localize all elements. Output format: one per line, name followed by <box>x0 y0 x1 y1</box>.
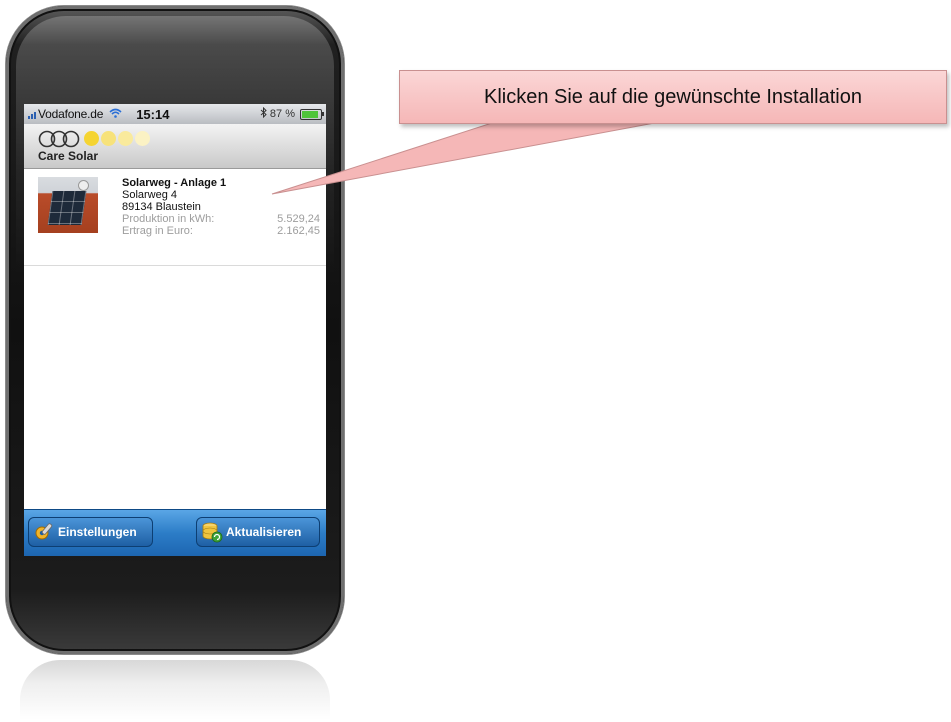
instruction-callout: Klicken Sie auf die gewünschte Installat… <box>399 70 947 124</box>
callout-text: Klicken Sie auf die gewünschte Installat… <box>483 85 862 108</box>
